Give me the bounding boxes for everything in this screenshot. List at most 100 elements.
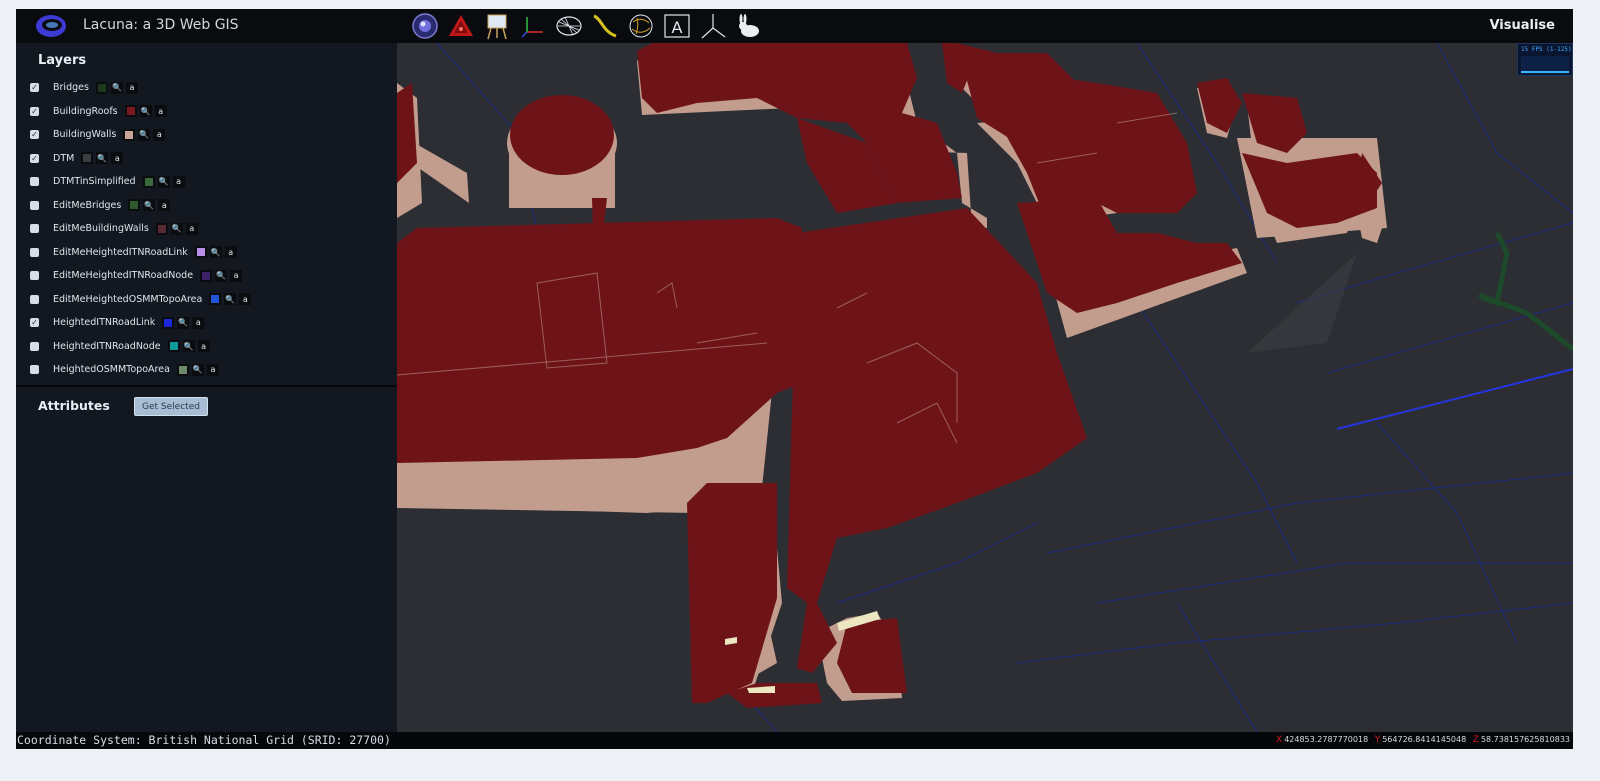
top-bar: Lacuna: a 3D Web GIS A Visualise	[16, 9, 1573, 43]
layer-zoom-icon[interactable]: 🔍	[182, 340, 195, 353]
page-footer-strip	[16, 749, 1573, 765]
layer-attributes-button[interactable]: a	[239, 293, 252, 306]
text-tool-icon[interactable]: A	[660, 10, 694, 42]
layer-attributes-button[interactable]: a	[125, 81, 138, 94]
swatch-color	[126, 107, 135, 116]
xyz-axes-tool-icon[interactable]	[696, 10, 730, 42]
map-viewport[interactable]: 15 FPS (1-125)	[397, 43, 1573, 732]
layer-visibility-checkbox[interactable]: ✓	[30, 130, 39, 140]
layer-color-swatch[interactable]	[124, 105, 137, 118]
layer-visibility-checkbox[interactable]	[30, 247, 39, 257]
layer-row: EditMeBridges 🔍 a	[30, 194, 390, 218]
layer-visibility-checkbox[interactable]	[30, 271, 39, 281]
layer-name: HeightedITNRoadNode	[53, 340, 161, 352]
layer-color-swatch[interactable]	[81, 152, 94, 165]
layer-name: DTM	[53, 152, 75, 164]
lacuna-logo-icon	[36, 15, 66, 37]
warning-triangle-tool-icon[interactable]	[444, 10, 478, 42]
status-bar: Coordinate System: British National Grid…	[16, 732, 1573, 749]
globe-tool-icon[interactable]	[408, 10, 442, 42]
layer-row: ✓ BuildingRoofs 🔍 a	[30, 100, 390, 124]
axes-tool-icon[interactable]	[516, 10, 550, 42]
layer-visibility-checkbox[interactable]: ✓	[30, 106, 39, 116]
swatch-color	[169, 342, 178, 351]
layer-visibility-checkbox[interactable]: ✓	[30, 318, 39, 328]
visualise-menu[interactable]: Visualise	[1489, 18, 1555, 33]
layer-name: BuildingWalls	[53, 129, 117, 141]
layer-visibility-checkbox[interactable]	[30, 365, 39, 375]
layer-color-swatch[interactable]	[176, 363, 189, 376]
layer-name: DTMTinSimplified	[53, 176, 136, 188]
layer-attributes-button[interactable]: a	[153, 128, 166, 141]
layer-zoom-icon[interactable]: 🔍	[191, 363, 204, 376]
layer-attributes-button[interactable]: a	[154, 105, 167, 118]
layer-color-swatch[interactable]	[209, 293, 222, 306]
layer-attributes-button[interactable]: a	[158, 199, 171, 212]
swatch-color	[202, 271, 211, 280]
layer-visibility-checkbox[interactable]	[30, 224, 39, 234]
layer-attributes-button[interactable]: a	[172, 175, 185, 188]
layer-attributes-button[interactable]: a	[230, 269, 243, 282]
layer-zoom-icon[interactable]: 🔍	[96, 152, 109, 165]
curve-tool-icon[interactable]	[588, 10, 622, 42]
wireframe-shell-tool-icon[interactable]	[552, 10, 586, 42]
fps-graph	[1521, 56, 1569, 74]
layer-visibility-checkbox[interactable]	[30, 294, 39, 304]
layer-name: HeightedOSMMTopoArea	[53, 364, 170, 376]
layer-row: ✓ Bridges 🔍 a	[30, 76, 390, 100]
layer-zoom-icon[interactable]: 🔍	[110, 81, 123, 94]
swatch-color	[157, 224, 166, 233]
layer-zoom-icon[interactable]: 🔍	[138, 128, 151, 141]
layer-zoom-icon[interactable]: 🔍	[139, 105, 152, 118]
highlighted-road	[1336, 368, 1573, 430]
layer-color-swatch[interactable]	[95, 81, 108, 94]
bunny-model-tool-icon[interactable]	[732, 10, 766, 42]
swatch-color	[211, 295, 220, 304]
layer-visibility-checkbox[interactable]	[30, 200, 39, 210]
building-roofs	[397, 43, 1382, 708]
layer-attributes-button[interactable]: a	[111, 152, 124, 165]
layer-attributes-button[interactable]: a	[185, 222, 198, 235]
panel-divider[interactable]	[16, 385, 397, 387]
layer-zoom-icon[interactable]: 🔍	[224, 293, 237, 306]
layer-zoom-icon[interactable]: 🔍	[177, 316, 190, 329]
layer-name: Bridges	[53, 82, 89, 94]
layer-color-swatch[interactable]	[123, 128, 136, 141]
layer-attributes-button[interactable]: a	[192, 316, 205, 329]
layer-attributes-button[interactable]: a	[206, 363, 219, 376]
layer-zoom-icon[interactable]: 🔍	[143, 199, 156, 212]
swatch-color	[97, 83, 106, 92]
layer-visibility-checkbox[interactable]: ✓	[30, 153, 39, 163]
swatch-color	[130, 201, 139, 210]
layer-row: ✓ BuildingWalls 🔍 a	[30, 123, 390, 147]
layer-visibility-checkbox[interactable]	[30, 341, 39, 351]
layer-attributes-button[interactable]: a	[197, 340, 210, 353]
x-axis-label: X	[1276, 735, 1283, 745]
layer-color-swatch[interactable]	[200, 269, 213, 282]
swatch-color	[83, 154, 92, 163]
layer-row: EditMeHeightedITNRoadNode 🔍 a	[30, 264, 390, 288]
layer-color-swatch[interactable]	[128, 199, 141, 212]
3d-scene[interactable]	[397, 43, 1573, 732]
layer-zoom-icon[interactable]: 🔍	[170, 222, 183, 235]
layer-zoom-icon[interactable]: 🔍	[157, 175, 170, 188]
layer-zoom-icon[interactable]: 🔍	[209, 246, 222, 259]
layer-color-swatch[interactable]	[162, 316, 175, 329]
layer-zoom-icon[interactable]: 🔍	[215, 269, 228, 282]
get-selected-button[interactable]: Get Selected	[134, 397, 208, 416]
layer-color-swatch[interactable]	[167, 340, 180, 353]
z-coordinate: 58.738157625810833	[1480, 735, 1570, 744]
sketch-globe-tool-icon[interactable]	[624, 10, 658, 42]
layer-visibility-checkbox[interactable]	[30, 177, 39, 187]
layer-color-swatch[interactable]	[155, 222, 168, 235]
layer-color-swatch[interactable]	[142, 175, 155, 188]
coordinate-system-label: Coordinate System: British National Grid…	[17, 733, 391, 747]
app-window: Lacuna: a 3D Web GIS A Visualise Layers …	[16, 9, 1573, 765]
layer-visibility-checkbox[interactable]: ✓	[30, 83, 39, 93]
easel-tool-icon[interactable]	[480, 10, 514, 42]
layer-list: ✓ Bridges 🔍 a ✓ BuildingRoofs 🔍 a ✓ BuildingWalls…	[30, 76, 390, 382]
layer-color-swatch[interactable]	[194, 246, 207, 259]
layer-attributes-button[interactable]: a	[224, 246, 237, 259]
layers-panel: Layers ✓ Bridges 🔍 a ✓ BuildingRoofs 🔍 a ✓ Buildi…	[16, 43, 397, 385]
fps-meter: 15 FPS (1-125)	[1517, 43, 1573, 76]
